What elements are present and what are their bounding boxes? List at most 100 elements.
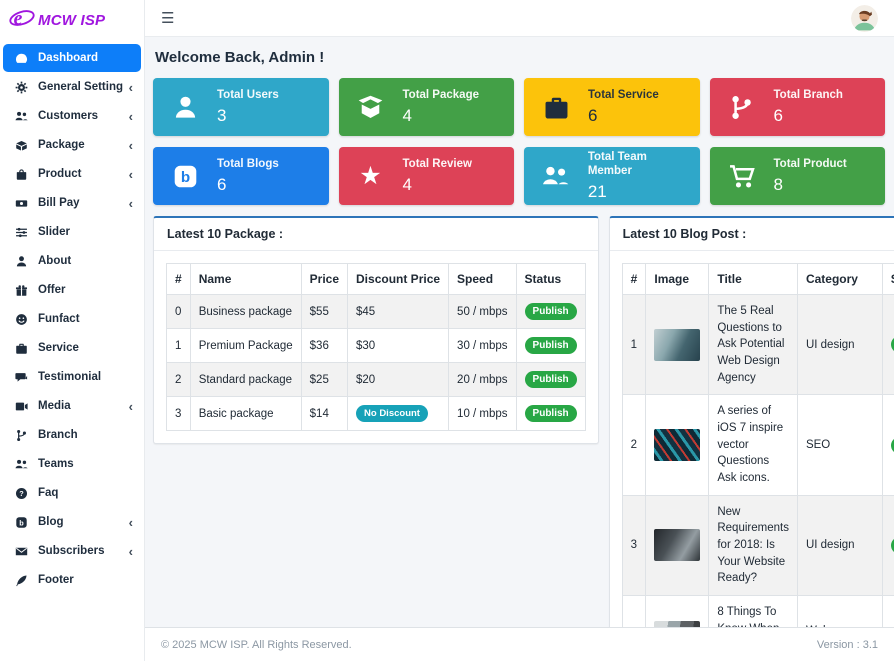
stat-value: 21 bbox=[588, 181, 694, 202]
sidebar-item-branch[interactable]: Branch bbox=[3, 421, 141, 449]
column-header: Price bbox=[301, 264, 347, 295]
stat-card-total-branch[interactable]: Total Branch6 bbox=[710, 78, 886, 136]
bag-icon bbox=[14, 167, 29, 181]
box-icon bbox=[14, 138, 29, 152]
svg-text:b: b bbox=[180, 169, 189, 186]
package-row: 3Basic package$14No Discount10 / mbpsPub… bbox=[167, 397, 586, 431]
sidebar-item-blog[interactable]: bBlog‹ bbox=[3, 508, 141, 536]
briefcase-icon bbox=[14, 341, 29, 355]
stat-card-total-review[interactable]: ★Total Review4 bbox=[339, 147, 515, 205]
page-title: Welcome Back, Admin ! bbox=[155, 49, 885, 66]
package-row: 1Premium Package$36$3030 / mbpsPublish bbox=[167, 329, 586, 363]
chevron-left-icon: ‹ bbox=[129, 138, 133, 153]
sidebar-item-dashboard[interactable]: Dashboard bbox=[3, 44, 141, 72]
chevron-left-icon: ‹ bbox=[129, 515, 133, 530]
stat-card-total-blogs[interactable]: b Total Blogs 6 bbox=[153, 147, 329, 205]
sidebar-item-teams[interactable]: Teams bbox=[3, 450, 141, 478]
sliders-icon bbox=[14, 225, 29, 239]
status-badge: Publish bbox=[525, 371, 577, 388]
sidebar-item-label: Faq bbox=[38, 487, 133, 499]
blogpost-row: 48 Things To Know When Designing Augment… bbox=[622, 596, 894, 627]
package-row: 0Business package$55$4550 / mbpsPublish bbox=[167, 295, 586, 329]
latest-packages-panel: Latest 10 Package : #NamePriceDiscount P… bbox=[153, 216, 599, 444]
status-badge: Publish bbox=[525, 337, 577, 354]
blog-thumbnail-network-cables bbox=[654, 429, 700, 461]
copyright-text: © 2025 MCW ISP. All Rights Reserved. bbox=[161, 639, 352, 651]
sidebar-item-offer[interactable]: Offer bbox=[3, 276, 141, 304]
question-icon: ? bbox=[14, 486, 29, 500]
blog-icon: b bbox=[14, 515, 29, 529]
column-header: Category bbox=[797, 264, 882, 295]
column-header: Name bbox=[190, 264, 301, 295]
stat-value: 4 bbox=[403, 174, 472, 195]
status-badge: Publish bbox=[525, 405, 577, 422]
sidebar-item-service[interactable]: Service bbox=[3, 334, 141, 362]
stat-label: Total Product bbox=[774, 157, 847, 171]
stat-card-total-team-member[interactable]: Total Team Member21 bbox=[524, 147, 700, 205]
sidebar-item-label: Branch bbox=[38, 429, 133, 441]
user-icon bbox=[14, 254, 29, 268]
latest-blogposts-panel: Latest 10 Blog Post : #ImageTitleCategor… bbox=[609, 216, 894, 627]
sidebar-item-media[interactable]: Media‹ bbox=[3, 392, 141, 420]
sidebar: e MCW ISP Dashboard General Setting ‹ Custo… bbox=[0, 0, 145, 661]
column-header: # bbox=[167, 264, 191, 295]
user-icon bbox=[170, 94, 200, 121]
sidebar-item-faq[interactable]: ? Faq bbox=[3, 479, 141, 507]
column-header: Speed bbox=[449, 264, 517, 295]
chevron-left-icon: ‹ bbox=[129, 196, 133, 211]
sidebar-item-label: General Setting bbox=[38, 81, 125, 93]
blogpost-row: 1The 5 Real Questions to Ask Potential W… bbox=[622, 295, 894, 395]
smile-icon bbox=[14, 312, 29, 326]
sidebar-item-testimonial[interactable]: Testimonial bbox=[3, 363, 141, 391]
sidebar-item-footer[interactable]: Footer bbox=[3, 566, 141, 594]
stat-label: Total Package bbox=[403, 88, 480, 102]
chevron-left-icon: ‹ bbox=[129, 80, 133, 95]
sidebar-item-subscribers[interactable]: Subscribers‹ bbox=[3, 537, 141, 565]
media-icon bbox=[14, 399, 29, 413]
sidebar-item-label: Offer bbox=[38, 284, 133, 296]
box-open-icon bbox=[356, 94, 386, 121]
sidebar-item-product[interactable]: Product‹ bbox=[3, 160, 141, 188]
stat-label: Total Blogs bbox=[217, 157, 279, 171]
footer: © 2025 MCW ISP. All Rights Reserved. Ver… bbox=[145, 627, 894, 661]
package-row: 2Standard package$25$2020 / mbpsPublish bbox=[167, 363, 586, 397]
hamburger-icon[interactable]: ☰ bbox=[161, 11, 174, 26]
comments-icon bbox=[14, 370, 29, 384]
sidebar-item-package[interactable]: Package‹ bbox=[3, 131, 141, 159]
column-header: Status bbox=[516, 264, 585, 295]
stat-card-total-users[interactable]: Total Users 3 bbox=[153, 78, 329, 136]
envelope-icon bbox=[14, 544, 29, 558]
gear-icon bbox=[14, 80, 29, 94]
stat-card-total-package[interactable]: Total Package4 bbox=[339, 78, 515, 136]
stat-label: Total Branch bbox=[774, 88, 843, 102]
brand[interactable]: e MCW ISP bbox=[0, 0, 144, 38]
packages-table: #NamePriceDiscount PriceSpeedStatus 0Bus… bbox=[166, 263, 586, 431]
user-avatar[interactable] bbox=[851, 5, 878, 32]
sidebar-item-bill-pay[interactable]: Bill Pay ‹ bbox=[3, 189, 141, 217]
stat-card-total-product[interactable]: Total Product8 bbox=[710, 147, 886, 205]
chevron-left-icon: ‹ bbox=[129, 399, 133, 414]
no-discount-badge: No Discount bbox=[356, 405, 428, 422]
gauge-icon bbox=[14, 51, 29, 65]
status-badge: Publish bbox=[525, 303, 577, 320]
stat-value: 6 bbox=[217, 174, 279, 195]
sidebar-item-label: Footer bbox=[38, 574, 133, 586]
sidebar-item-slider[interactable]: Slider bbox=[3, 218, 141, 246]
blogpost-row: 2A series of iOS 7 inspire vector Questi… bbox=[622, 395, 894, 495]
stat-label: Total Users bbox=[217, 88, 279, 102]
packages-table-header: #NamePriceDiscount PriceSpeedStatus bbox=[167, 264, 586, 295]
sidebar-item-funfact[interactable]: Funfact bbox=[3, 305, 141, 333]
feather-icon bbox=[14, 573, 29, 587]
stat-card-total-service[interactable]: Total Service6 bbox=[524, 78, 700, 136]
svg-text:b: b bbox=[19, 518, 24, 527]
sidebar-item-label: Bill Pay bbox=[38, 197, 125, 209]
version-text: Version : 3.1 bbox=[817, 639, 878, 651]
sidebar-item-general-setting[interactable]: General Setting ‹ bbox=[3, 73, 141, 101]
packages-panel-title: Latest 10 Package : bbox=[154, 218, 598, 251]
sidebar-item-customers[interactable]: Customers‹ bbox=[3, 102, 141, 130]
sidebar-item-about[interactable]: About bbox=[3, 247, 141, 275]
star-icon: ★ bbox=[356, 164, 386, 189]
stat-value: 3 bbox=[217, 105, 279, 126]
branch-icon bbox=[14, 428, 29, 442]
topbar: ☰ bbox=[145, 0, 894, 37]
